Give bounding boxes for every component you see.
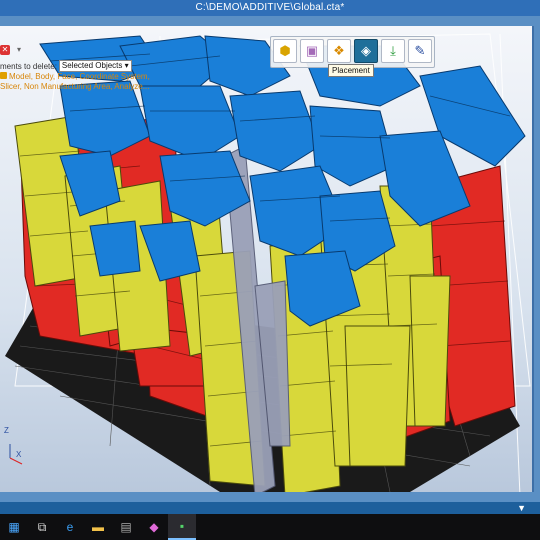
placement-icon: ◈ [361,43,371,58]
delete-types-text: Model, Body, Face, Coordinate System, Sl… [0,72,150,91]
part-tool-button[interactable]: ⬢ [273,39,297,63]
file-explorer-icon[interactable]: ▬ [84,514,112,540]
export-tool-button[interactable]: ⤓ [381,39,405,63]
box-icon: ▣ [305,43,319,58]
delete-scope-value: Selected Objects [61,61,123,70]
delete-types-list: Model, Body, Face, Coordinate System, Sl… [0,72,160,92]
tooltip: Placement [328,64,374,77]
panel-options-icon[interactable]: ▾ [14,45,24,55]
axis-z-label: Z [4,426,9,435]
window-title: C:\DEMO\ADDITIVE\Global.cta* [0,0,540,16]
part-icon: ⬢ [279,43,291,58]
delete-panel: ✕ ▾ ments to delete: Selected Objects ▾ … [0,36,150,96]
windows-taskbar: ▦ ⧉ e ▬ ▤ ◆ ▪ [0,514,540,540]
app-icon[interactable]: ▤ [112,514,140,540]
paint-icon[interactable]: ◆ [140,514,168,540]
edit-icon: ✎ [414,43,426,58]
export-icon: ⤓ [390,43,396,58]
placement-tool-button[interactable]: ◈ [354,39,378,63]
parts-tool-button[interactable]: ❖ [327,39,351,63]
cad-app-icon[interactable]: ▪ [168,514,196,540]
parts-icon: ❖ [333,43,345,58]
status-bar: ▼ [0,502,540,514]
delete-scope-select[interactable]: Selected Objects ▾ [58,60,132,72]
close-panel-button[interactable]: ✕ [0,45,10,55]
box-tool-button[interactable]: ▣ [300,39,324,63]
chevron-down-icon: ▾ [124,61,129,70]
filter-icon[interactable]: ▼ [517,502,526,514]
edit-tool-button[interactable]: ✎ [408,39,432,63]
edge-icon[interactable]: e [56,514,84,540]
delete-label: ments to delete: [0,61,57,71]
task-view-icon[interactable]: ⧉ [28,514,56,540]
warning-icon [0,72,7,79]
axis-triad-icon [9,444,23,465]
windows-start-icon[interactable]: ▦ [0,514,28,540]
